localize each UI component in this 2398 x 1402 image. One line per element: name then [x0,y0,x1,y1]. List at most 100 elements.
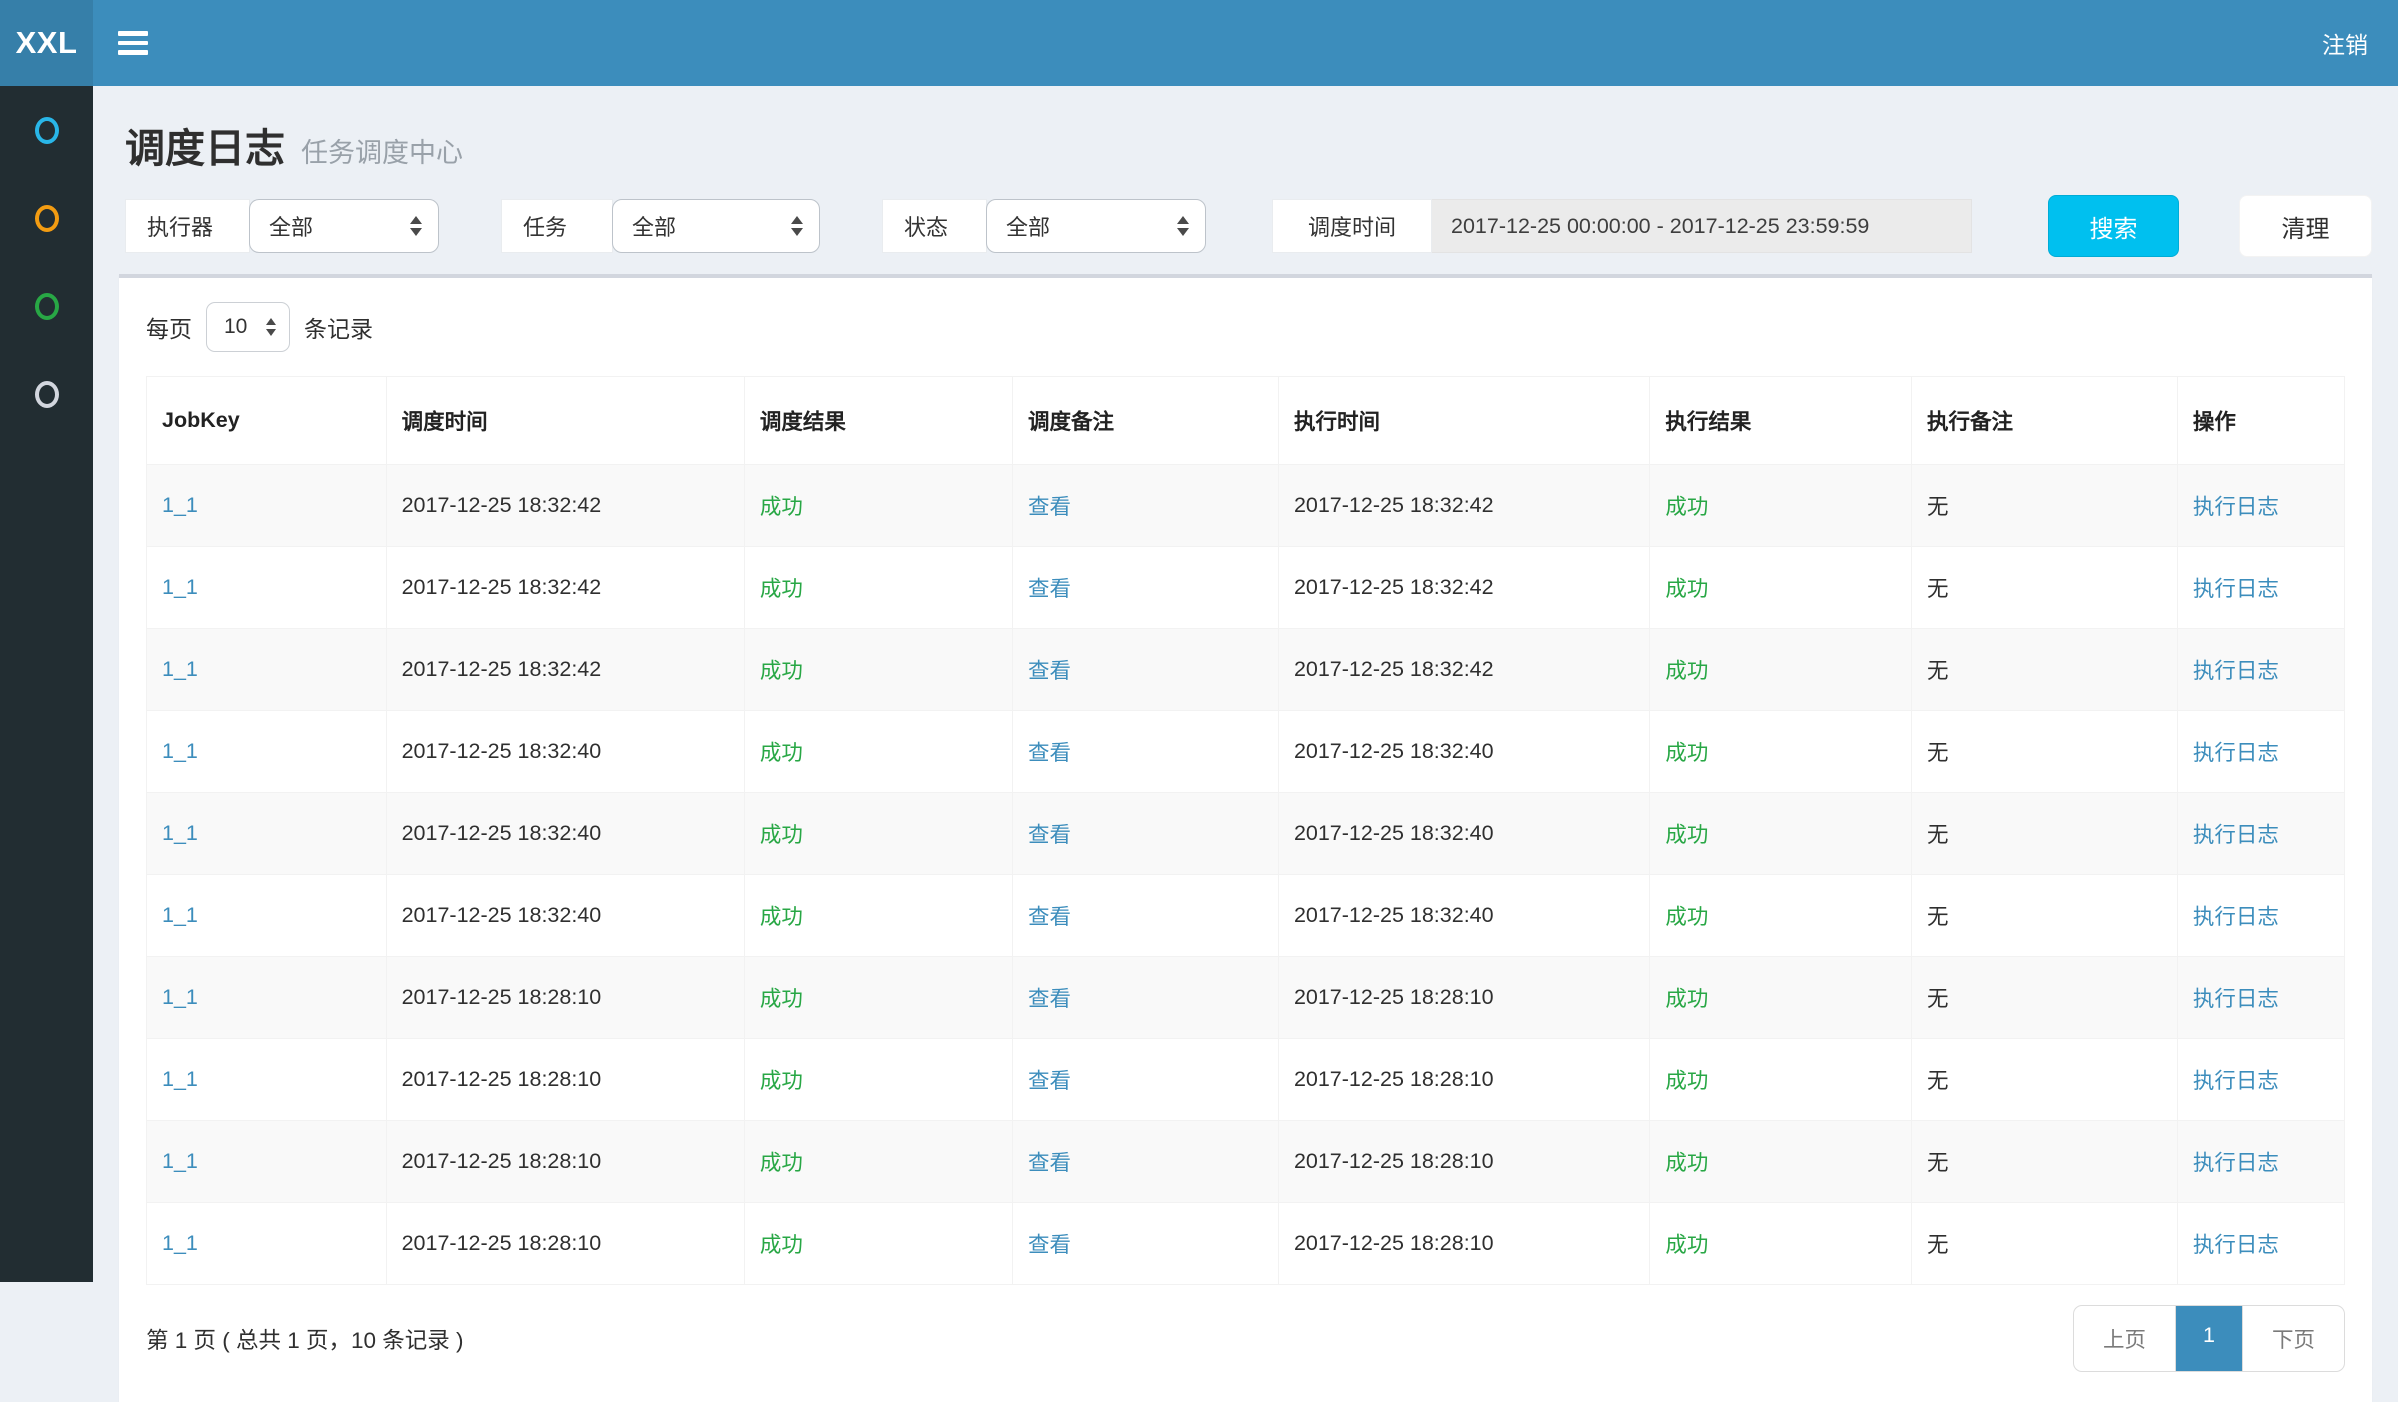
status-select[interactable]: 全部 [986,199,1206,253]
sidebar-item-3[interactable] [0,262,93,350]
trigger-remark-link[interactable]: 查看 [1028,659,1071,683]
trigger-result-cell: 成功 [744,1203,1012,1285]
handle-time-cell: 2017-12-25 18:28:10 [1278,1121,1649,1203]
col-header-trigger-result: 调度结果 [744,377,1012,465]
log-panel: 每页 10 条记录 JobKey 调度时间 调度结果 调度备注 执行时间 执行结… [119,274,2372,1402]
execution-log-link[interactable]: 执行日志 [2193,1151,2279,1175]
current-page-button[interactable]: 1 [2175,1306,2242,1371]
handle-remark-cell: 无 [1911,1203,2177,1285]
col-header-handle-result: 执行结果 [1650,377,1912,465]
jobkey-link[interactable]: 1_1 [162,1231,198,1255]
app-logo[interactable]: XXL [0,0,93,86]
main-content: 调度日志 任务调度中心 执行器 全部 任务 全部 状态 全部 [93,86,2398,1282]
col-header-handle-remark: 执行备注 [1911,377,2177,465]
time-filter-label: 调度时间 [1272,199,1432,253]
circle-outline-icon [35,381,59,408]
status-filter-group: 状态 全部 [882,199,1206,253]
time-range-input[interactable]: 2017-12-25 00:00:00 - 2017-12-25 23:59:5… [1432,199,1972,253]
page-size-prefix-label: 每页 [146,310,192,344]
handle-remark-cell: 无 [1911,465,2177,547]
jobkey-link[interactable]: 1_1 [162,985,198,1009]
page-size-select[interactable]: 10 [206,302,290,352]
trigger-remark-link[interactable]: 查看 [1028,823,1071,847]
jobkey-link[interactable]: 1_1 [162,1067,198,1091]
executor-select-value: 全部 [269,210,313,242]
handle-result-cell: 成功 [1650,1121,1912,1203]
sidebar-item-1[interactable] [0,86,93,174]
clear-button[interactable]: 清理 [2239,195,2372,257]
next-page-button[interactable]: 下页 [2242,1306,2344,1371]
jobkey-link[interactable]: 1_1 [162,903,198,927]
trigger-result-cell: 成功 [744,793,1012,875]
table-header-row: JobKey 调度时间 调度结果 调度备注 执行时间 执行结果 执行备注 操作 [147,377,2345,465]
trigger-time-cell: 2017-12-25 18:32:40 [386,793,744,875]
trigger-time-cell: 2017-12-25 18:32:40 [386,711,744,793]
jobkey-link[interactable]: 1_1 [162,575,198,599]
handle-remark-cell: 无 [1911,1039,2177,1121]
jobkey-link[interactable]: 1_1 [162,657,198,681]
execution-log-link[interactable]: 执行日志 [2193,659,2279,683]
select-arrows-icon [1177,216,1189,236]
trigger-remark-link[interactable]: 查看 [1028,1069,1071,1093]
table-row: 1_1 2017-12-25 18:28:10 成功 查看 2017-12-25… [147,1039,2345,1121]
trigger-time-cell: 2017-12-25 18:28:10 [386,1039,744,1121]
job-select[interactable]: 全部 [612,199,820,253]
execution-log-link[interactable]: 执行日志 [2193,905,2279,929]
executor-select[interactable]: 全部 [249,199,439,253]
trigger-remark-link[interactable]: 查看 [1028,1151,1071,1175]
log-table: JobKey 调度时间 调度结果 调度备注 执行时间 执行结果 执行备注 操作 … [146,376,2345,1285]
jobkey-link[interactable]: 1_1 [162,493,198,517]
page-size-value: 10 [224,315,247,339]
trigger-time-cell: 2017-12-25 18:32:42 [386,465,744,547]
col-header-trigger-time: 调度时间 [386,377,744,465]
jobkey-link[interactable]: 1_1 [162,1149,198,1173]
trigger-remark-link[interactable]: 查看 [1028,495,1071,519]
execution-log-link[interactable]: 执行日志 [2193,823,2279,847]
handle-result-cell: 成功 [1650,957,1912,1039]
handle-time-cell: 2017-12-25 18:32:42 [1278,547,1649,629]
logout-link[interactable]: 注销 [2292,0,2398,86]
executor-filter-group: 执行器 全部 [125,199,439,253]
table-row: 1_1 2017-12-25 18:32:42 成功 查看 2017-12-25… [147,465,2345,547]
execution-log-link[interactable]: 执行日志 [2193,577,2279,601]
execution-log-link[interactable]: 执行日志 [2193,987,2279,1011]
circle-outline-icon [35,117,59,144]
trigger-time-cell: 2017-12-25 18:28:10 [386,1121,744,1203]
filter-toolbar: 执行器 全部 任务 全部 状态 全部 调度时间 2017-12-25 00: [125,194,2372,258]
execution-log-link[interactable]: 执行日志 [2193,741,2279,765]
handle-result-cell: 成功 [1650,547,1912,629]
trigger-time-cell: 2017-12-25 18:32:42 [386,629,744,711]
jobkey-link[interactable]: 1_1 [162,821,198,845]
handle-result-cell: 成功 [1650,793,1912,875]
table-row: 1_1 2017-12-25 18:32:40 成功 查看 2017-12-25… [147,711,2345,793]
handle-remark-cell: 无 [1911,711,2177,793]
prev-page-button[interactable]: 上页 [2074,1306,2175,1371]
trigger-remark-link[interactable]: 查看 [1028,987,1071,1011]
trigger-result-cell: 成功 [744,1039,1012,1121]
execution-log-link[interactable]: 执行日志 [2193,1069,2279,1093]
table-row: 1_1 2017-12-25 18:28:10 成功 查看 2017-12-25… [147,1203,2345,1285]
handle-remark-cell: 无 [1911,629,2177,711]
trigger-remark-link[interactable]: 查看 [1028,905,1071,929]
page-size-control: 每页 10 条记录 [146,302,2345,352]
sidebar [0,86,93,1282]
sidebar-toggle-icon[interactable] [93,0,173,86]
sidebar-item-4[interactable] [0,350,93,438]
table-body: 1_1 2017-12-25 18:32:42 成功 查看 2017-12-25… [147,465,2345,1285]
execution-log-link[interactable]: 执行日志 [2193,1233,2279,1257]
circle-outline-icon [35,293,59,320]
trigger-remark-link[interactable]: 查看 [1028,577,1071,601]
trigger-remark-link[interactable]: 查看 [1028,1233,1071,1257]
handle-result-cell: 成功 [1650,629,1912,711]
search-button[interactable]: 搜索 [2048,195,2179,257]
sidebar-item-2[interactable] [0,174,93,262]
job-select-value: 全部 [632,210,676,242]
handle-result-cell: 成功 [1650,1203,1912,1285]
trigger-remark-link[interactable]: 查看 [1028,741,1071,765]
jobkey-link[interactable]: 1_1 [162,739,198,763]
execution-log-link[interactable]: 执行日志 [2193,495,2279,519]
circle-outline-icon [35,205,59,232]
col-header-action: 操作 [2177,377,2344,465]
handle-result-cell: 成功 [1650,465,1912,547]
table-row: 1_1 2017-12-25 18:28:10 成功 查看 2017-12-25… [147,1121,2345,1203]
